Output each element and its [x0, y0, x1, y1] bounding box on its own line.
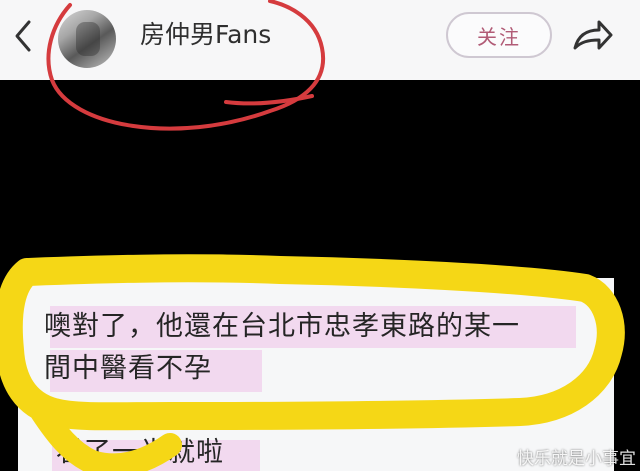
message-line-2: 間中醫看不孕	[44, 353, 212, 384]
share-button[interactable]	[566, 16, 618, 58]
message-card: 噢對了，他還在台北市忠孝東路的某一 間中醫看不孕 看了一半就啦	[18, 278, 614, 471]
follow-button[interactable]: 关注	[446, 12, 552, 58]
top-app-bar: 房仲男Fans 关注	[0, 0, 640, 80]
chevron-left-icon	[15, 20, 31, 52]
share-arrow-icon	[573, 20, 613, 50]
watermark-text: 快乐就是小事宜	[517, 449, 636, 469]
back-button[interactable]	[6, 14, 40, 58]
reply-text: 看了一半就啦	[56, 437, 224, 468]
avatar[interactable]	[58, 10, 116, 68]
image-content-area: 噢對了，他還在台北市忠孝東路的某一 間中醫看不孕 看了一半就啦 快乐就是小事宜	[0, 80, 640, 471]
account-name: 房仲男Fans	[140, 20, 272, 49]
message-text: 噢對了，他還在台北市忠孝東路的某一 間中醫看不孕	[44, 306, 584, 390]
message-line-1: 噢對了，他還在台北市忠孝東路的某一	[44, 311, 520, 342]
screenshot: 房仲男Fans 关注 噢對了，他還在台北市忠孝東路的某一 間中醫看不孕 看了一半…	[0, 0, 640, 471]
